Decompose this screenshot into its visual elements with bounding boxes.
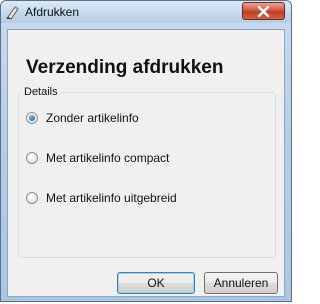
radio-button-checked[interactable] [26, 112, 38, 124]
details-group-label: Details [22, 86, 60, 98]
radio-label: Met artikelinfo compact [46, 151, 170, 165]
radio-button[interactable] [26, 152, 38, 164]
dialog-heading: Verzending afdrukken [26, 57, 224, 78]
radio-option-met-artikelinfo-uitgebreid[interactable]: Met artikelinfo uitgebreid [26, 190, 177, 206]
ok-button[interactable]: OK [117, 272, 195, 294]
radio-label: Met artikelinfo uitgebreid [46, 191, 177, 205]
radio-button[interactable] [26, 192, 38, 204]
printer-edit-icon [5, 4, 21, 20]
close-icon [257, 6, 270, 17]
dialog-content: Verzending afdrukken Details Zonder arti… [7, 29, 285, 297]
window-title: Afdrukken [25, 5, 80, 19]
title-bar[interactable]: Afdrukken [1, 1, 291, 23]
dialog-window: Afdrukken Verzending afdrukken Details Z… [0, 0, 292, 302]
radio-option-zonder-artikelinfo[interactable]: Zonder artikelinfo [26, 110, 139, 126]
cancel-button[interactable]: Annuleren [204, 272, 278, 294]
radio-label: Zonder artikelinfo [46, 111, 139, 125]
close-button[interactable] [242, 2, 285, 20]
radio-option-met-artikelinfo-compact[interactable]: Met artikelinfo compact [26, 150, 169, 166]
